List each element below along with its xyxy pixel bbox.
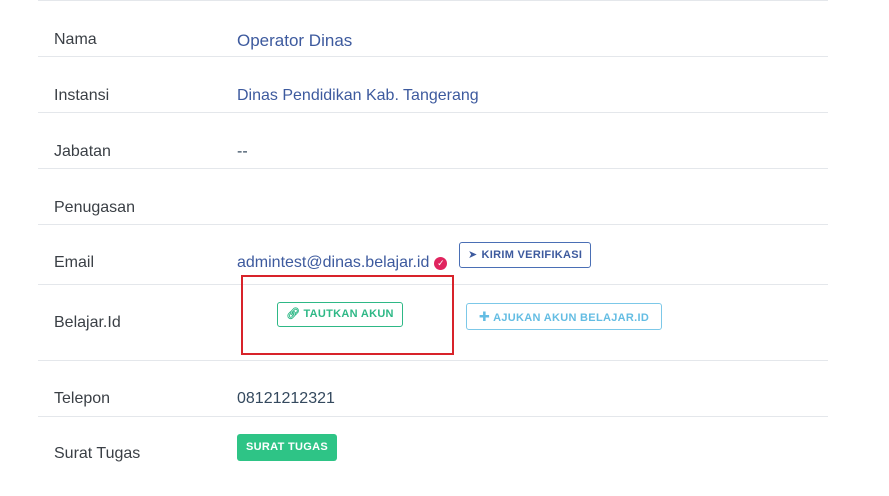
email-value: admintest@dinas.belajar.id [237,254,430,271]
tautkan-akun-button[interactable]: 🔗︎ TAUTKAN AKUN [277,302,403,327]
kirim-verifikasi-label: KIRIM VERIFIKASI [481,249,583,261]
row-email: Email admintest@dinas.belajar.id ✓ ➤ KIRIM… [38,225,828,285]
ajukan-akun-label: AJUKAN AKUN BELAJAR.ID [493,312,650,324]
tautkan-akun-label: TAUTKAN AKUN [303,308,394,320]
telepon-value: 08121212321 [237,390,335,407]
surat-tugas-label: Surat Tugas [54,445,141,462]
row-nama: Nama Operator Dinas [38,0,828,57]
row-penugasan: Penugasan [38,169,828,225]
row-telepon: Telepon 08121212321 [38,361,828,417]
row-instansi: Instansi Dinas Pendidikan Kab. Tangerang [38,57,828,113]
ajukan-akun-button[interactable]: ✚ AJUKAN AKUN BELAJAR.ID [466,303,662,330]
row-belajar-id: Belajar.Id 🔗︎ TAUTKAN AKUN ✚ AJUKAN AKUN B… [38,275,828,361]
penugasan-label: Penugasan [54,199,135,216]
profile-page: Nama Operator Dinas Instansi Dinas Pendi… [0,0,889,496]
jabatan-value: -- [237,143,248,160]
telepon-label: Telepon [54,390,111,407]
paper-plane-icon: ➤ [468,249,478,261]
nama-value: Operator Dinas [237,31,353,50]
profile-table: Nama Operator Dinas Instansi Dinas Pendi… [38,0,828,477]
kirim-verifikasi-button[interactable]: ➤ KIRIM VERIFIKASI [459,242,592,268]
check-circle-icon: ✓ [434,257,448,270]
nama-label: Nama [54,31,97,48]
instansi-value: Dinas Pendidikan Kab. Tangerang [237,87,479,104]
link-icon: 🔗︎ [286,308,301,320]
belajar-id-label: Belajar.Id [54,314,121,331]
row-surat-tugas: Surat Tugas SURAT TUGAS [38,417,828,477]
jabatan-label: Jabatan [54,143,111,160]
row-jabatan: Jabatan -- [38,113,828,169]
email-label: Email [54,254,95,271]
plus-icon: ✚ [478,309,491,324]
email-value-wrap: admintest@dinas.belajar.id ✓ [237,254,448,272]
surat-tugas-button[interactable]: SURAT TUGAS [237,434,337,461]
instansi-label: Instansi [54,87,110,104]
